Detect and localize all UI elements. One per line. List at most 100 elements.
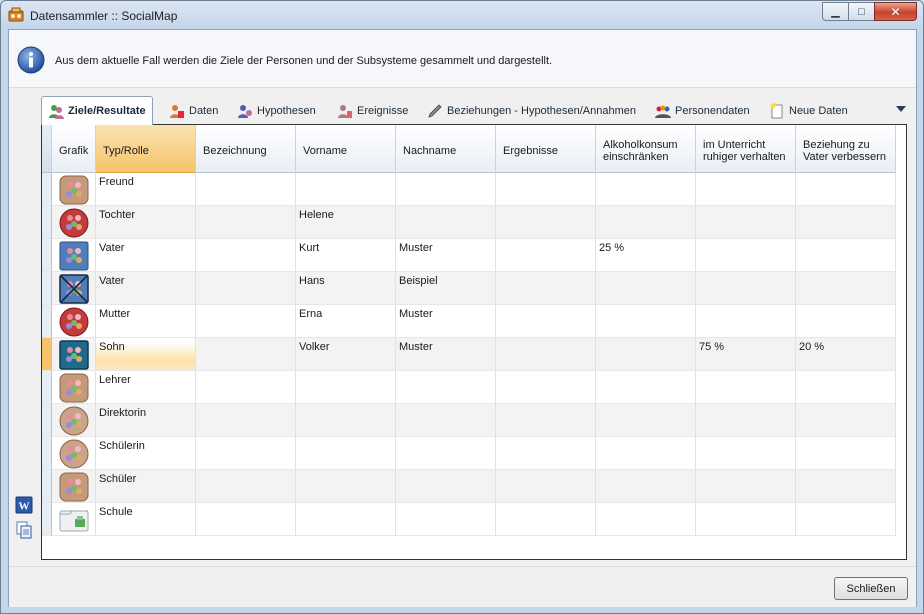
tab-ziele-resultate[interactable]: Ziele/Resultate (41, 96, 153, 125)
cell-ergebnisse[interactable] (496, 206, 596, 239)
chevron-down-icon[interactable] (895, 104, 907, 114)
cell-nachname[interactable] (396, 371, 496, 404)
table-row[interactable]: Lehrer (42, 371, 896, 404)
minimize-button[interactable]: ▁ (822, 2, 848, 21)
cell-alkoholkonsum[interactable] (596, 272, 696, 305)
cell-bezeichnung[interactable] (196, 239, 296, 272)
cell-unterricht[interactable] (696, 173, 796, 206)
cell-beziehung-vater[interactable] (796, 206, 896, 239)
cell-unterricht[interactable]: 75 % (696, 338, 796, 371)
column-header-grafik[interactable]: Grafik (52, 125, 96, 173)
table-row[interactable]: Direktorin (42, 404, 896, 437)
cell-alkoholkonsum[interactable] (596, 173, 696, 206)
cell-grafik[interactable] (52, 338, 96, 371)
column-header-alkoholkonsum[interactable]: Alkoholkonsum einschränken (596, 125, 696, 173)
cell-beziehung-vater[interactable] (796, 470, 896, 503)
cell-bezeichnung[interactable] (196, 338, 296, 371)
cell-typ-rolle[interactable]: Schülerin (96, 437, 196, 470)
cell-vorname[interactable]: Erna (296, 305, 396, 338)
cell-beziehung-vater[interactable] (796, 239, 896, 272)
cell-typ-rolle[interactable]: Sohn (96, 338, 196, 371)
cell-nachname[interactable] (396, 173, 496, 206)
cell-bezeichnung[interactable] (196, 371, 296, 404)
cell-unterricht[interactable] (696, 503, 796, 536)
column-header-vorname[interactable]: Vorname (296, 125, 396, 173)
cell-ergebnisse[interactable] (496, 173, 596, 206)
cell-vorname[interactable] (296, 470, 396, 503)
cell-nachname[interactable]: Muster (396, 305, 496, 338)
cell-typ-rolle[interactable]: Schüler (96, 470, 196, 503)
cell-grafik[interactable] (52, 272, 96, 305)
maximize-button[interactable]: □ (848, 2, 874, 21)
cell-unterricht[interactable] (696, 206, 796, 239)
cell-nachname[interactable]: Muster (396, 239, 496, 272)
cell-alkoholkonsum[interactable] (596, 503, 696, 536)
cell-alkoholkonsum[interactable] (596, 404, 696, 437)
cell-vorname[interactable] (296, 404, 396, 437)
cell-alkoholkonsum[interactable]: 25 % (596, 239, 696, 272)
cell-typ-rolle[interactable]: Vater (96, 272, 196, 305)
cell-alkoholkonsum[interactable] (596, 470, 696, 503)
cell-beziehung-vater[interactable]: 20 % (796, 338, 896, 371)
cell-beziehung-vater[interactable] (796, 503, 896, 536)
table-row[interactable]: Tochter Helene (42, 206, 896, 239)
cell-unterricht[interactable] (696, 470, 796, 503)
row-selector[interactable] (42, 206, 52, 239)
cell-bezeichnung[interactable] (196, 404, 296, 437)
cell-bezeichnung[interactable] (196, 305, 296, 338)
cell-beziehung-vater[interactable] (796, 272, 896, 305)
cell-typ-rolle[interactable]: Mutter (96, 305, 196, 338)
cell-vorname[interactable]: Helene (296, 206, 396, 239)
table-row[interactable]: Schüler (42, 470, 896, 503)
cell-nachname[interactable] (396, 503, 496, 536)
row-selector[interactable] (42, 239, 52, 272)
copy-document-icon[interactable] (15, 521, 33, 539)
cell-grafik[interactable] (52, 404, 96, 437)
cell-ergebnisse[interactable] (496, 371, 596, 404)
cell-grafik[interactable] (52, 470, 96, 503)
cell-vorname[interactable] (296, 173, 396, 206)
row-selector[interactable] (42, 470, 52, 503)
column-header-unterricht[interactable]: im Unterricht ruhiger verhalten (696, 125, 796, 173)
cell-typ-rolle[interactable]: Schule (96, 503, 196, 536)
cell-grafik[interactable] (52, 173, 96, 206)
cell-alkoholkonsum[interactable] (596, 206, 696, 239)
cell-vorname[interactable] (296, 371, 396, 404)
cell-vorname[interactable]: Kurt (296, 239, 396, 272)
tab-ereignisse[interactable]: Ereignisse (331, 98, 414, 123)
column-header-beziehung-vater[interactable]: Beziehung zu Vater verbessern (796, 125, 896, 173)
cell-grafik[interactable] (52, 305, 96, 338)
cell-ergebnisse[interactable] (496, 404, 596, 437)
cell-typ-rolle[interactable]: Lehrer (96, 371, 196, 404)
cell-ergebnisse[interactable] (496, 239, 596, 272)
cell-typ-rolle[interactable]: Freund (96, 173, 196, 206)
cell-ergebnisse[interactable] (496, 272, 596, 305)
row-selector[interactable] (42, 503, 52, 536)
cell-typ-rolle[interactable]: Direktorin (96, 404, 196, 437)
close-window-button[interactable]: ✕ (874, 2, 917, 21)
row-selector[interactable] (42, 305, 52, 338)
cell-bezeichnung[interactable] (196, 503, 296, 536)
row-selector[interactable] (42, 437, 52, 470)
cell-beziehung-vater[interactable] (796, 437, 896, 470)
cell-grafik[interactable] (52, 206, 96, 239)
row-selector[interactable] (42, 272, 52, 305)
cell-unterricht[interactable] (696, 437, 796, 470)
cell-alkoholkonsum[interactable] (596, 338, 696, 371)
table-row[interactable]: Vater Kurt Muster 25 % (42, 239, 896, 272)
cell-bezeichnung[interactable] (196, 206, 296, 239)
cell-beziehung-vater[interactable] (796, 305, 896, 338)
tab-personendaten[interactable]: Personendaten (649, 98, 756, 123)
cell-alkoholkonsum[interactable] (596, 371, 696, 404)
cell-alkoholkonsum[interactable] (596, 437, 696, 470)
cell-bezeichnung[interactable] (196, 173, 296, 206)
cell-nachname[interactable] (396, 206, 496, 239)
cell-grafik[interactable] (52, 437, 96, 470)
word-export-icon[interactable]: W (15, 496, 33, 514)
cell-vorname[interactable]: Volker (296, 338, 396, 371)
table-row[interactable]: Sohn Volker Muster 75 % 20 % (42, 338, 896, 371)
row-selector[interactable] (42, 404, 52, 437)
table-row[interactable]: Schülerin (42, 437, 896, 470)
cell-nachname[interactable] (396, 470, 496, 503)
cell-beziehung-vater[interactable] (796, 371, 896, 404)
